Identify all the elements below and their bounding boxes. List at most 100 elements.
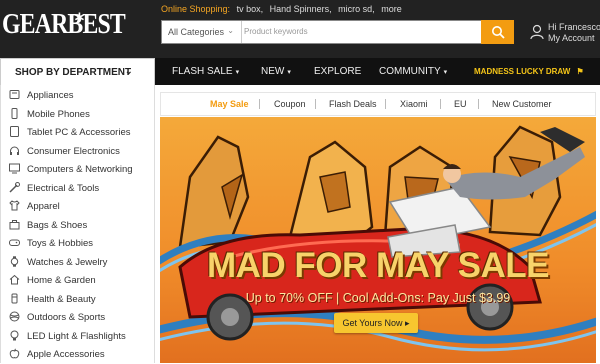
category-select[interactable]: All Categories ⌄ — [162, 21, 242, 43]
hot-link-micro-sd[interactable]: micro sd, — [338, 4, 375, 14]
shop-by-department-button[interactable]: SHOP BY DEPARTMENT ⌄ — [0, 58, 155, 85]
sidebar-item-health-beauty[interactable]: Health & Beauty — [1, 291, 155, 309]
sidebar-item-label: Computers & Networking — [27, 164, 133, 175]
chevron-down-icon: ⌄ — [227, 26, 234, 35]
chevron-down-icon: ⌄ — [125, 66, 133, 76]
category-sidebar: Appliances Mobile Phones Tablet PC & Acc… — [0, 85, 155, 363]
hot-link-more[interactable]: more — [381, 4, 402, 14]
cta-label: Get Yours Now — [342, 318, 403, 328]
health-icon — [11, 293, 18, 303]
nav-community-label: COMMUNITY — [379, 66, 441, 77]
sidebar-item-label: Electrical & Tools — [27, 182, 100, 194]
watch-icon — [10, 255, 19, 267]
sidebar-item-label: Health & Beauty — [27, 293, 96, 305]
sidebar-item-apparel[interactable]: Apparel — [1, 198, 155, 216]
sidebar-item-label: LED Light & Flashlights — [27, 330, 126, 342]
sidebar-item-label: Bags & Shoes — [27, 219, 88, 231]
tools-icon — [9, 181, 20, 193]
category-select-value: All Categories — [168, 27, 225, 37]
sidebar-item-label: Apple Accessories — [27, 349, 105, 360]
sidebar-item-label: Consumer Electronics — [27, 145, 120, 157]
home-icon — [9, 274, 20, 285]
chevron-down-icon: ▾ — [287, 69, 291, 76]
search-icon — [491, 26, 505, 39]
nav-lucky-draw[interactable]: MADNESS LUCKY DRAW ⚑ — [474, 67, 584, 76]
sidebar-item-label: Toys & Hobbies — [27, 238, 94, 249]
arrow-right-icon: ▸ — [405, 318, 410, 328]
sidebar-item-watches-jewelry[interactable]: Watches & Jewelry — [1, 254, 155, 272]
sidebar-item-bags-shoes[interactable]: Bags & Shoes — [1, 217, 155, 235]
sidebar-item-computers-networking[interactable]: Computers & Networking — [1, 161, 155, 179]
sidebar-item-outdoors-sports[interactable]: Outdoors & Sports — [1, 309, 155, 327]
bag-icon — [9, 219, 20, 229]
sports-icon — [9, 311, 20, 322]
tab-divider — [478, 99, 479, 109]
shirt-icon — [9, 200, 20, 211]
sidebar-item-label: Appliances — [27, 90, 74, 101]
banner-subtitle: Up to 70% OFF | Cool Add-Ons: Pay Just $… — [245, 291, 511, 305]
sidebar-item-label: Watches & Jewelry — [27, 256, 108, 268]
chevron-down-icon: ▾ — [235, 69, 240, 76]
lucky-draw-label: MADNESS LUCKY DRAW — [474, 67, 571, 76]
tab-xiaomi[interactable]: Xiaomi — [400, 99, 428, 109]
sidebar-item-home-garden[interactable]: Home & Garden — [1, 272, 155, 290]
tab-divider — [259, 99, 260, 109]
hot-searches-label: Online Shopping: — [161, 4, 231, 14]
tab-may-sale[interactable]: May Sale — [210, 99, 249, 109]
tab-coupon[interactable]: Coupon — [274, 99, 306, 109]
sidebar-item-label: Home & Garden — [27, 275, 96, 286]
my-account-link[interactable]: My Account — [548, 33, 595, 43]
hot-link-hand-spinners[interactable]: Hand Spinners, — [270, 4, 332, 14]
tab-divider — [385, 99, 386, 109]
sidebar-item-tablet-pc[interactable]: Tablet PC & Accessories — [1, 124, 155, 142]
tab-divider — [315, 99, 316, 109]
flag-icon: ⚑ — [576, 67, 584, 76]
tab-divider — [440, 99, 441, 109]
sidebar-item-apple-accessories[interactable]: Apple Accessories — [1, 346, 155, 364]
get-yours-now-button[interactable]: Get Yours Now ▸ — [334, 313, 418, 333]
user-greeting: Hi Francesco — [548, 22, 600, 32]
nav-new-label: NEW — [261, 66, 285, 77]
search-bar: All Categories ⌄ Product keywords — [161, 20, 514, 44]
hot-link-tv-box[interactable]: tv box, — [237, 4, 264, 14]
sidebar-item-appliances[interactable]: Appliances — [1, 87, 155, 105]
account-menu[interactable]: Hi Francesco My Account — [530, 22, 600, 46]
top-header: GEARBEST ✲ Online Shopping: tv box, Hand… — [0, 0, 600, 58]
sidebar-item-label: Apparel — [27, 201, 60, 212]
sidebar-item-label: Tablet PC & Accessories — [27, 127, 131, 138]
nav-flash-sale[interactable]: FLASH SALE ▾ — [172, 66, 239, 77]
banner-title: MAD FOR MAY SALE — [206, 246, 550, 285]
phone-icon — [11, 107, 18, 119]
sidebar-item-label: Mobile Phones — [27, 108, 90, 120]
tablet-icon — [10, 126, 19, 137]
sidebar-item-mobile-phones[interactable]: Mobile Phones — [1, 106, 155, 124]
tab-flash-deals[interactable]: Flash Deals — [329, 99, 377, 109]
main-nav: SHOP BY DEPARTMENT ⌄ FLASH SALE ▾ NEW ▾ EX… — [0, 58, 600, 85]
search-input[interactable]: Product keywords — [244, 27, 308, 36]
gear-logo-icon: ✲ — [74, 10, 85, 25]
sidebar-item-led-light[interactable]: LED Light & Flashlights — [1, 328, 155, 346]
apple-icon — [9, 348, 20, 359]
sidebar-item-consumer-electronics[interactable]: Consumer Electronics — [1, 143, 155, 161]
user-icon — [530, 24, 544, 40]
nav-explore[interactable]: EXPLORE — [314, 66, 361, 77]
gamepad-icon — [9, 239, 20, 246]
sidebar-item-electrical-tools[interactable]: Electrical & Tools — [1, 180, 155, 198]
bulb-icon — [10, 330, 19, 340]
nav-flash-sale-label: FLASH SALE — [172, 66, 233, 77]
nav-new[interactable]: NEW ▾ — [261, 66, 291, 77]
tab-eu[interactable]: EU — [454, 99, 467, 109]
gearbest-logo[interactable]: GEARBEST — [2, 8, 126, 41]
promo-tabs: May Sale Coupon Flash Deals Xiaomi EU Ne… — [160, 92, 596, 116]
sidebar-item-label: Outdoors & Sports — [27, 312, 106, 323]
headphones-icon — [10, 146, 19, 155]
nav-community[interactable]: COMMUNITY ▾ — [379, 66, 447, 77]
hot-searches: Online Shopping: tv box, Hand Spinners, … — [161, 4, 406, 14]
computer-icon — [9, 163, 20, 174]
chevron-down-icon: ▾ — [443, 69, 448, 76]
department-label: SHOP BY DEPARTMENT — [15, 67, 132, 78]
search-button[interactable] — [481, 20, 514, 44]
tab-new-customer[interactable]: New Customer — [492, 99, 552, 109]
sidebar-item-toys-hobbies[interactable]: Toys & Hobbies — [1, 235, 155, 253]
appliance-icon — [9, 90, 20, 99]
